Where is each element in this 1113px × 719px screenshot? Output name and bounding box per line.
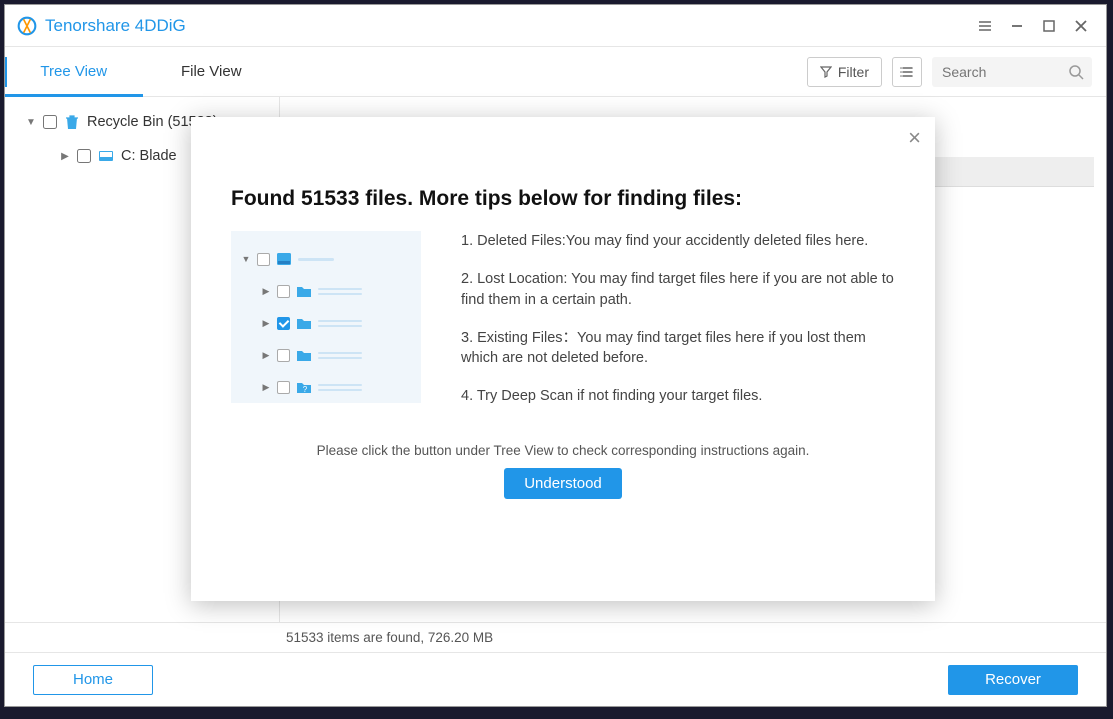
list-icon (900, 65, 914, 79)
tab-file-view[interactable]: File View (143, 47, 281, 97)
toolbar-right: Filter (807, 57, 1106, 87)
filter-icon (820, 66, 832, 78)
mini-checkbox (277, 349, 290, 362)
tip-1: 1. Deleted Files:You may find your accid… (461, 231, 895, 251)
tab-tree-view[interactable]: Tree View (5, 47, 143, 97)
home-button[interactable]: Home (33, 665, 153, 695)
bottombar: Home Recover (5, 652, 1106, 706)
modal-note: Please click the button under Tree View … (191, 443, 935, 458)
checkbox-drive-c[interactable] (77, 149, 91, 163)
close-button[interactable] (1068, 13, 1094, 39)
mini-chevron-down-icon: ▼ (241, 254, 251, 264)
modal-close-button[interactable]: × (908, 127, 921, 149)
search-icon (1068, 64, 1084, 80)
mini-chevron-right-icon: ▶ (261, 318, 271, 329)
mini-drive-icon (276, 252, 292, 266)
chevron-right-icon[interactable]: ▶ (59, 151, 71, 162)
mini-checkbox (277, 285, 290, 298)
mini-folder-icon (296, 316, 312, 330)
checkbox-recycle-bin[interactable] (43, 115, 57, 129)
mini-folder-icon (296, 348, 312, 362)
mini-chevron-right-icon: ▶ (261, 286, 271, 297)
tip-3: 3. Existing Files：You may find target fi… (461, 328, 895, 369)
list-view-button[interactable] (892, 57, 922, 87)
chevron-down-icon[interactable]: ▼ (25, 117, 37, 128)
tip-4: 4. Try Deep Scan if not finding your tar… (461, 386, 895, 406)
drive-icon (97, 147, 115, 165)
tree-label-drive-c: C: Blade (121, 148, 177, 164)
menu-button[interactable] (972, 13, 998, 39)
tips-text: 1. Deleted Files:You may find your accid… (461, 231, 895, 425)
understood-button[interactable]: Understood (504, 468, 622, 499)
app-window: Tenorshare 4DDiG Tree View File View Fil… (4, 4, 1107, 707)
mini-folder-unknown-icon: ? (296, 380, 312, 394)
statusbar: 51533 items are found, 726.20 MB (5, 622, 1106, 652)
modal-title: Found 51533 files. More tips below for f… (191, 117, 935, 231)
mini-checkbox (277, 381, 290, 394)
mini-checkbox-checked (277, 317, 290, 330)
mini-checkbox (257, 253, 270, 266)
mini-folder-icon (296, 284, 312, 298)
mini-chevron-right-icon: ▶ (261, 382, 271, 393)
recycle-bin-icon (63, 113, 81, 131)
recover-button[interactable]: Recover (948, 665, 1078, 695)
tips-modal: × Found 51533 files. More tips below for… (191, 117, 935, 601)
minimize-button[interactable] (1004, 13, 1030, 39)
search-wrap (932, 57, 1092, 87)
mini-chevron-right-icon: ▶ (261, 350, 271, 361)
view-tabs: Tree View File View (5, 47, 280, 97)
app-title: Tenorshare 4DDiG (45, 16, 972, 36)
window-controls (972, 13, 1094, 39)
modal-body: ▼ ▶ ▶ ▶ (191, 231, 935, 425)
filter-button[interactable]: Filter (807, 57, 882, 87)
maximize-button[interactable] (1036, 13, 1062, 39)
filter-label: Filter (838, 64, 869, 80)
mini-tree-illustration: ▼ ▶ ▶ ▶ (231, 231, 421, 403)
toolbar: Tree View File View Filter (5, 47, 1106, 97)
tip-2: 2. Lost Location: You may find target fi… (461, 269, 895, 310)
titlebar: Tenorshare 4DDiG (5, 5, 1106, 47)
svg-text:?: ? (303, 385, 308, 394)
status-text: 51533 items are found, 726.20 MB (286, 630, 493, 645)
mini-placeholder-line (298, 258, 334, 261)
app-logo-icon (17, 16, 37, 36)
